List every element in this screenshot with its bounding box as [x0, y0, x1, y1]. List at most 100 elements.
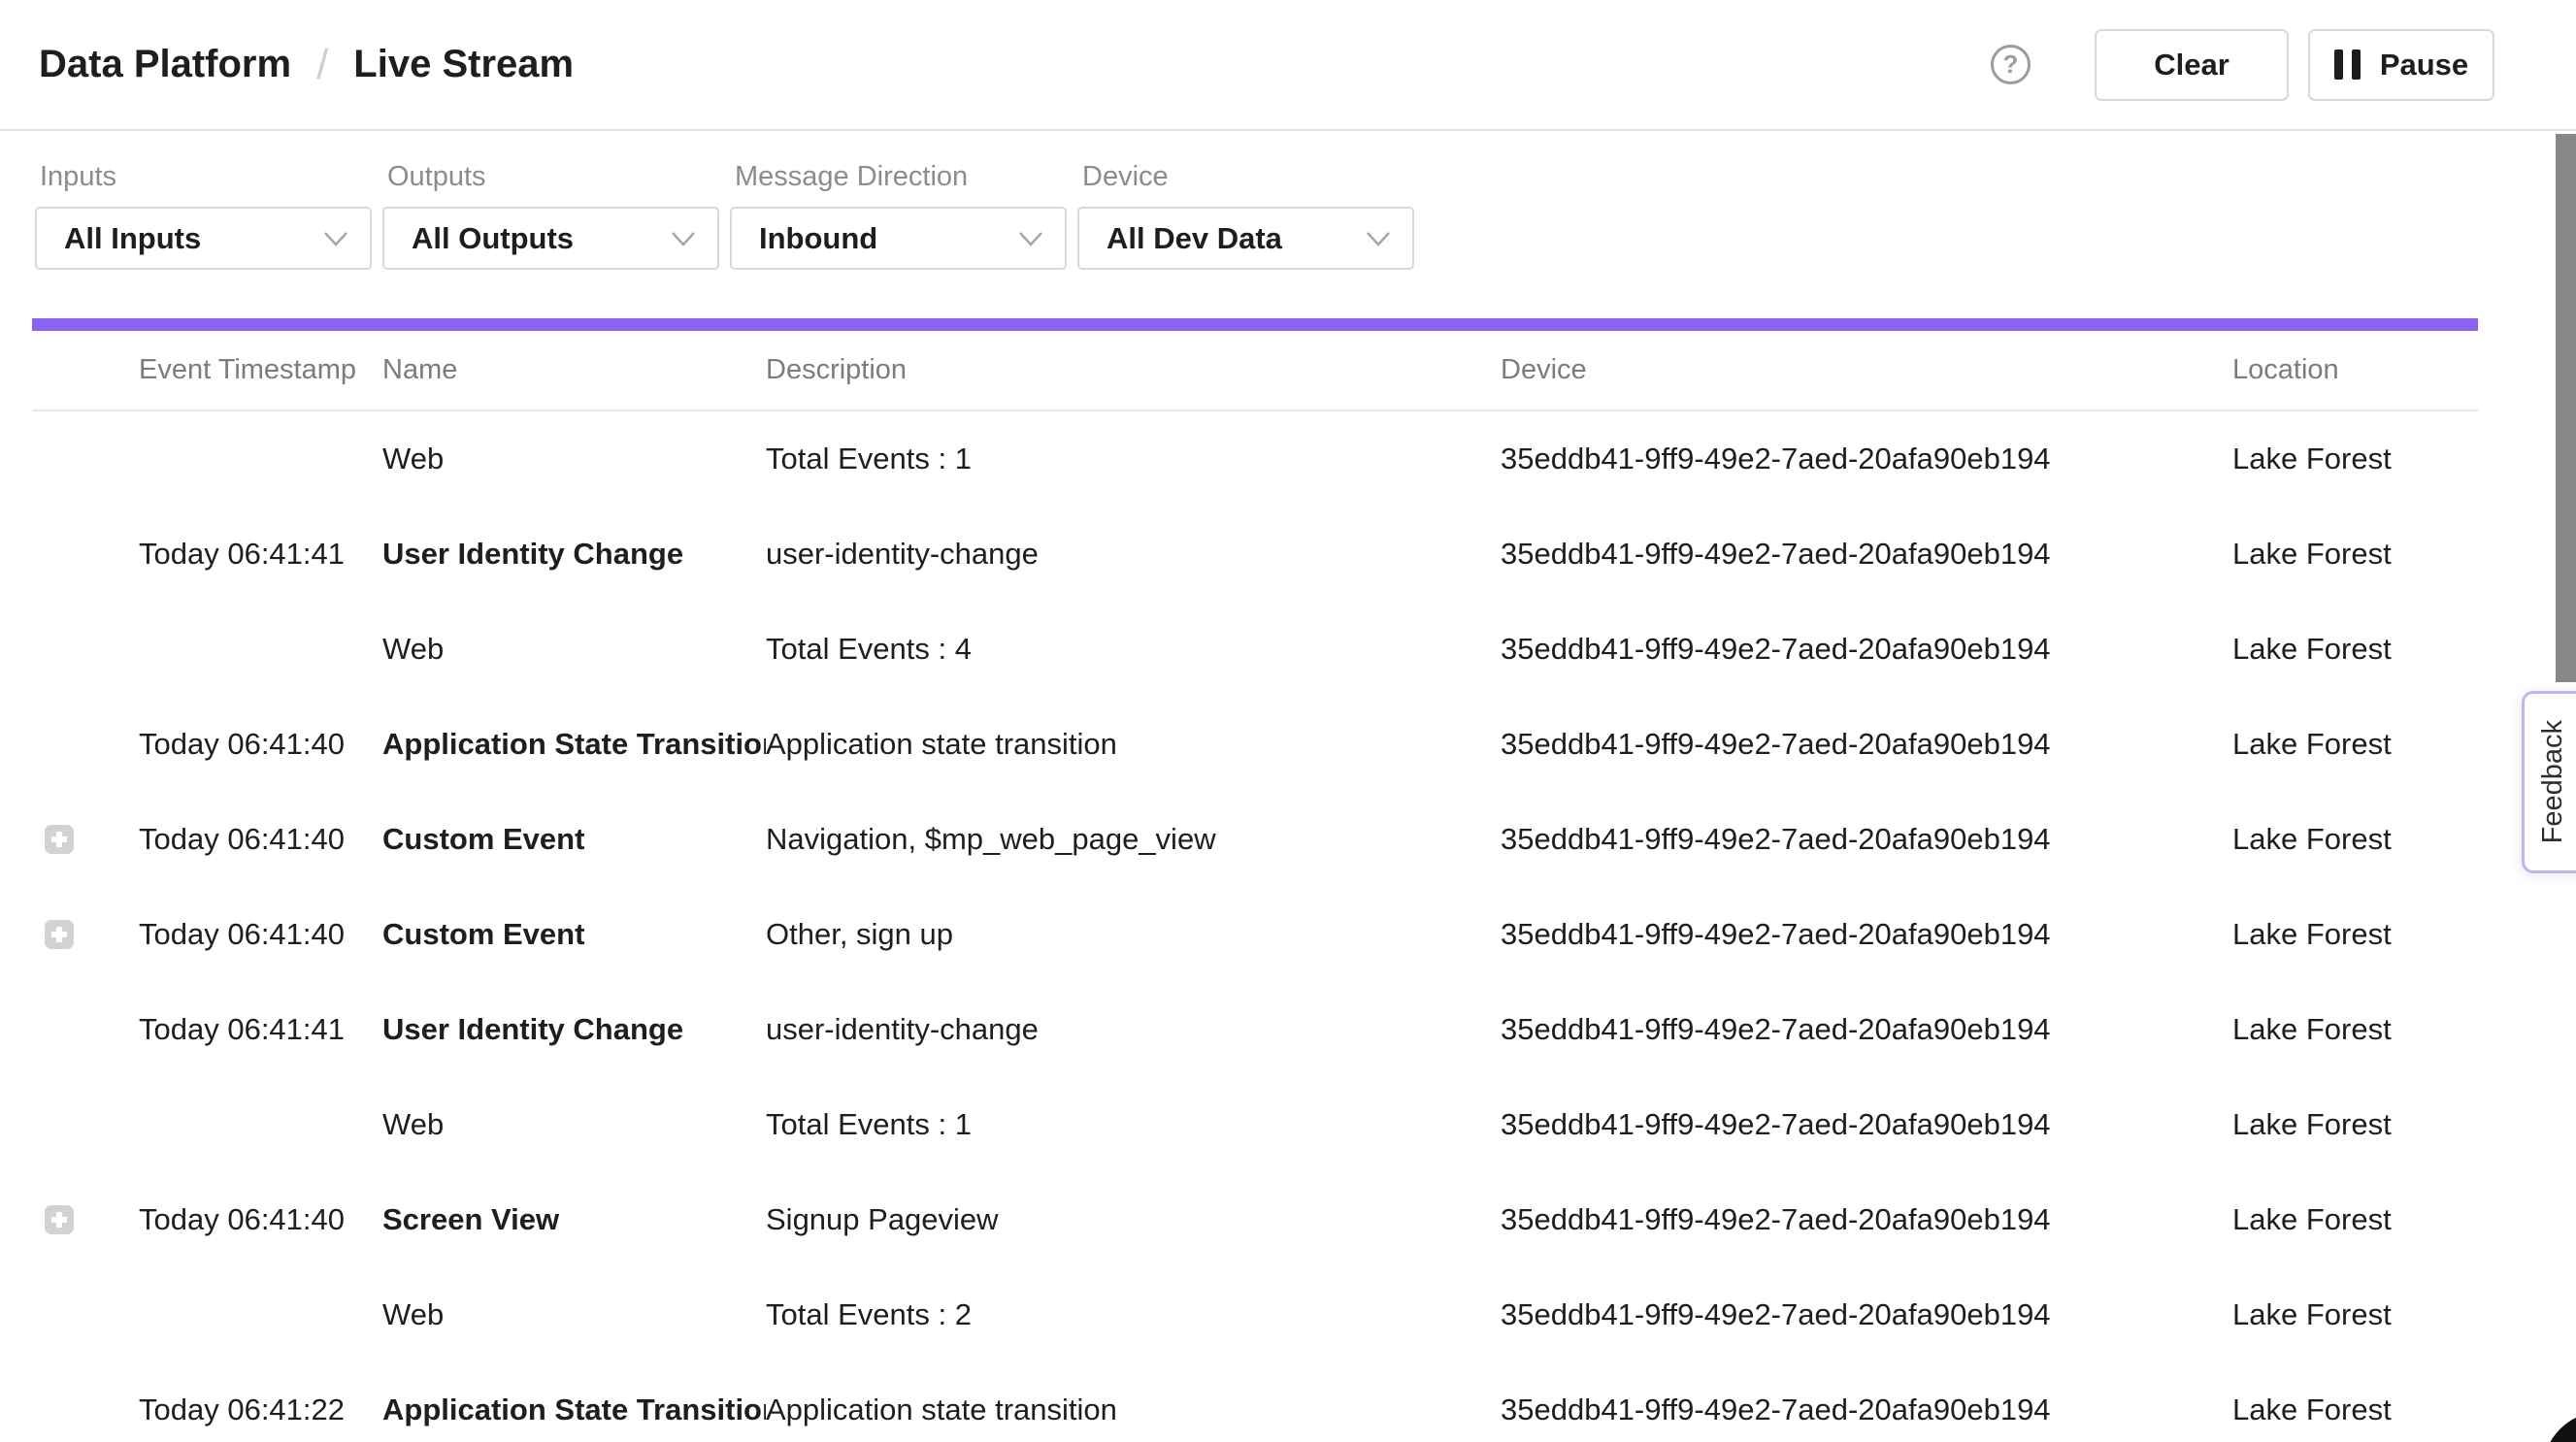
row-description: Navigation, $mp_web_page_view [766, 822, 1501, 857]
row-timestamp: Today 06:41:22 [139, 1393, 382, 1427]
page-title: Live Stream [353, 43, 574, 86]
row-device: 35eddb41-9ff9-49e2-7aed-20afa90eb194 [1501, 727, 2232, 762]
row-description: Total Events : 1 [766, 1107, 1501, 1142]
filter-inputs-select[interactable]: All Inputs [35, 207, 372, 270]
event-table-body: Web Total Events : 1 35eddb41-9ff9-49e2-… [32, 411, 2478, 1442]
filter-inputs-label: Inputs [40, 161, 372, 193]
chevron-down-icon [1018, 231, 1043, 246]
expand-button[interactable] [45, 825, 74, 854]
column-location: Location [2232, 354, 2478, 386]
breadcrumb-separator-icon: / [316, 41, 328, 89]
row-device: 35eddb41-9ff9-49e2-7aed-20afa90eb194 [1501, 1393, 2232, 1427]
table-row: Today 06:41:41 User Identity Change user… [32, 982, 2478, 1077]
row-description: Total Events : 4 [766, 632, 1501, 667]
column-description: Description [766, 354, 1501, 386]
row-name: Web [382, 1297, 766, 1332]
filter-inputs: Inputs All Inputs [35, 131, 372, 270]
row-name: Screen View [382, 1202, 766, 1237]
filter-outputs: Outputs All Outputs [382, 131, 719, 270]
row-description: user-identity-change [766, 1012, 1501, 1047]
row-name: Web [382, 442, 766, 476]
live-stream-page: Data Platform / Live Stream ? Clear Paus… [0, 0, 2576, 1442]
table-row: Web Total Events : 1 35eddb41-9ff9-49e2-… [32, 1077, 2478, 1172]
row-name: Custom Event [382, 917, 766, 952]
row-device: 35eddb41-9ff9-49e2-7aed-20afa90eb194 [1501, 1012, 2232, 1047]
filter-device-label: Device [1082, 161, 1414, 193]
pause-button[interactable]: Pause [2308, 29, 2494, 101]
feedback-tab-label: Feedback [2537, 720, 2569, 843]
row-expand-cell [32, 730, 139, 759]
table-row: Today 06:41:40 Custom Event Other, sign … [32, 887, 2478, 982]
row-location: Lake Forest [2232, 1012, 2478, 1047]
help-glyph: ? [2003, 49, 2019, 80]
row-device: 35eddb41-9ff9-49e2-7aed-20afa90eb194 [1501, 1297, 2232, 1332]
breadcrumb: Data Platform / Live Stream [39, 41, 574, 89]
filter-message-direction: Message Direction Inbound [730, 131, 1067, 270]
pause-button-label: Pause [2380, 48, 2468, 82]
table-row: Today 06:41:22 Application State Transit… [32, 1362, 2478, 1442]
row-timestamp: Today 06:41:40 [139, 727, 382, 762]
filter-outputs-select[interactable]: All Outputs [382, 207, 719, 270]
column-device: Device [1501, 354, 2232, 386]
event-table-header: Event Timestamp Name Description Device … [32, 331, 2478, 411]
accent-divider [32, 318, 2478, 331]
row-device: 35eddb41-9ff9-49e2-7aed-20afa90eb194 [1501, 822, 2232, 857]
row-name: Web [382, 632, 766, 667]
chat-bubble-button[interactable] [2543, 1412, 2576, 1442]
plus-icon [45, 920, 74, 949]
row-timestamp: Today 06:41:41 [139, 1012, 382, 1047]
table-row: Web Total Events : 4 35eddb41-9ff9-49e2-… [32, 602, 2478, 697]
row-name: User Identity Change [382, 537, 766, 572]
row-description: Other, sign up [766, 917, 1501, 952]
column-name: Name [382, 354, 766, 386]
filter-device: Device All Dev Data [1077, 131, 1414, 270]
chevron-down-icon [1366, 231, 1391, 246]
table-row: Web Total Events : 1 35eddb41-9ff9-49e2-… [32, 411, 2478, 507]
table-row: Today 06:41:40 Custom Event Navigation, … [32, 792, 2478, 887]
filter-outputs-value: All Outputs [412, 221, 574, 256]
row-location: Lake Forest [2232, 727, 2478, 762]
row-location: Lake Forest [2232, 1202, 2478, 1237]
row-description: Total Events : 1 [766, 442, 1501, 476]
clear-button-label: Clear [2154, 48, 2229, 82]
expand-button[interactable] [45, 1205, 74, 1234]
row-expand-cell [32, 1110, 139, 1139]
breadcrumb-section[interactable]: Data Platform [39, 43, 291, 86]
filter-outputs-label: Outputs [387, 161, 719, 193]
filter-message-direction-value: Inbound [759, 221, 877, 256]
row-expand-cell [32, 1205, 139, 1234]
table-row: Today 06:41:40 Application State Transit… [32, 697, 2478, 792]
table-row: Today 06:41:40 Screen View Signup Pagevi… [32, 1172, 2478, 1267]
row-name: Application State Transition [382, 1393, 766, 1427]
chevron-down-icon [671, 231, 696, 246]
filter-message-direction-select[interactable]: Inbound [730, 207, 1067, 270]
column-event-timestamp: Event Timestamp [139, 354, 382, 386]
filter-bar: Inputs All Inputs Outputs All Outputs Me… [35, 131, 1425, 270]
feedback-tab[interactable]: Feedback [2522, 691, 2576, 873]
row-expand-cell [32, 1300, 139, 1329]
header-actions: ? Clear Pause [1991, 29, 2494, 101]
row-name: Custom Event [382, 822, 766, 857]
filter-device-select[interactable]: All Dev Data [1077, 207, 1414, 270]
expand-button[interactable] [45, 920, 74, 949]
row-location: Lake Forest [2232, 822, 2478, 857]
row-timestamp: Today 06:41:40 [139, 1202, 382, 1237]
row-description: Total Events : 2 [766, 1297, 1501, 1332]
filter-device-value: All Dev Data [1106, 221, 1282, 256]
row-location: Lake Forest [2232, 1297, 2478, 1332]
help-icon[interactable]: ? [1991, 45, 2031, 84]
page-header: Data Platform / Live Stream ? Clear Paus… [0, 0, 2576, 131]
row-location: Lake Forest [2232, 537, 2478, 572]
vertical-scrollbar[interactable] [2556, 134, 2576, 682]
row-device: 35eddb41-9ff9-49e2-7aed-20afa90eb194 [1501, 442, 2232, 476]
chevron-down-icon [323, 231, 348, 246]
row-expand-cell [32, 635, 139, 664]
row-device: 35eddb41-9ff9-49e2-7aed-20afa90eb194 [1501, 1107, 2232, 1142]
row-timestamp: Today 06:41:40 [139, 822, 382, 857]
row-location: Lake Forest [2232, 442, 2478, 476]
row-location: Lake Forest [2232, 1393, 2478, 1427]
table-row: Today 06:41:41 User Identity Change user… [32, 507, 2478, 602]
table-row: Web Total Events : 2 35eddb41-9ff9-49e2-… [32, 1267, 2478, 1362]
row-location: Lake Forest [2232, 632, 2478, 667]
clear-button[interactable]: Clear [2095, 29, 2289, 101]
